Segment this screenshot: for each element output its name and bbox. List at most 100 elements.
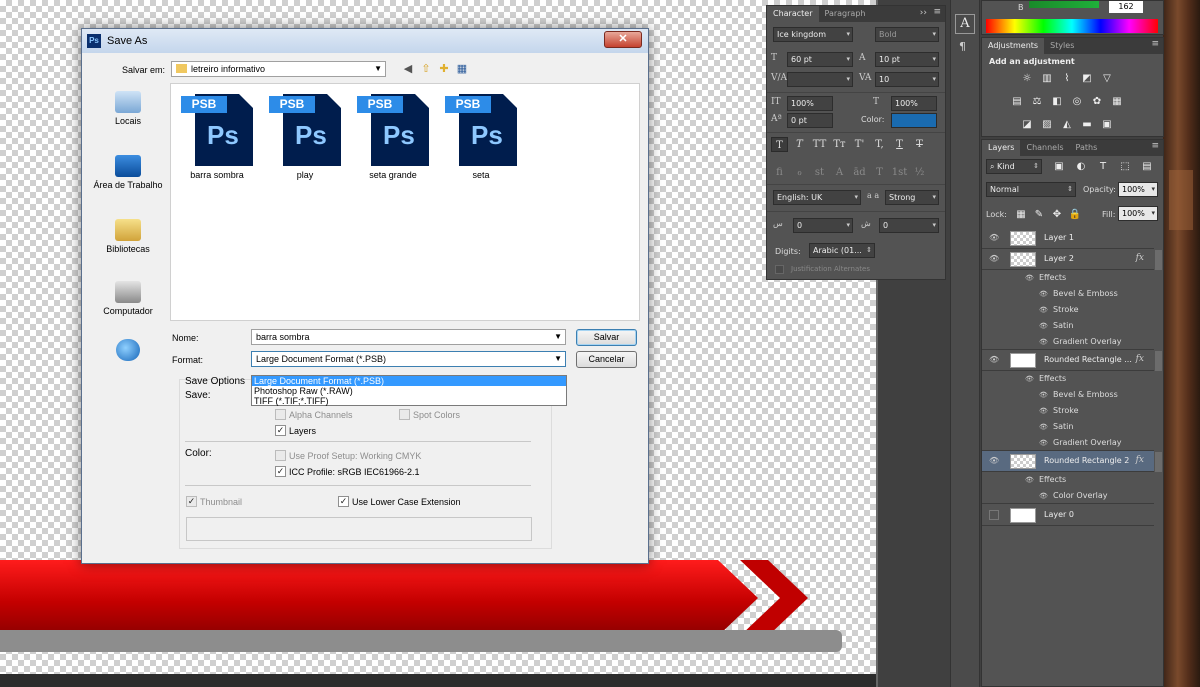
visibility-eye-icon[interactable]: 👁 (1039, 423, 1048, 431)
visibility-eye-icon[interactable]: 👁 (989, 456, 999, 465)
vertical-scale-input[interactable]: 100% (787, 96, 833, 111)
file-item[interactable]: PSB Ps seta grande (353, 92, 433, 180)
faux-italic-button[interactable]: T (791, 137, 808, 152)
subscript-button[interactable]: T, (871, 137, 888, 152)
horizontal-scale-input[interactable]: 100% (891, 96, 937, 111)
layer-row[interactable]: 👁 Layer 2 fx (982, 249, 1154, 270)
thumbnail-checkbox[interactable]: ✓ Thumbnail (186, 496, 242, 507)
tab-layers[interactable]: Layers (982, 140, 1021, 156)
alpha-channels-checkbox[interactable]: Alpha Channels (275, 409, 353, 420)
text-color-swatch[interactable] (891, 113, 937, 128)
posterize-icon[interactable]: ▨ (1040, 118, 1054, 131)
visibility-eye-icon[interactable]: 👁 (989, 254, 999, 263)
close-icon[interactable]: ✕ (604, 31, 642, 48)
place-desktop[interactable]: Área de Trabalho (88, 155, 168, 190)
font-family-select[interactable]: Ice kingdom ▾ (773, 27, 853, 42)
place-libraries[interactable]: Bibliotecas (88, 219, 168, 254)
effects-row[interactable]: 👁 Effects (982, 371, 1154, 387)
fx-scroll-indicator[interactable] (1155, 452, 1162, 472)
save-button[interactable]: Salvar (576, 329, 637, 346)
visibility-eye-icon[interactable]: 👁 (1039, 492, 1048, 500)
visibility-eye-icon[interactable]: 👁 (1039, 338, 1048, 346)
format-select[interactable]: Large Document Format (*.PSB) ▼ (251, 351, 566, 367)
chevron-down-icon[interactable]: ▼ (554, 330, 562, 344)
old-style-button[interactable]: ℴ (791, 165, 808, 180)
visibility-eye-icon[interactable]: 👁 (1039, 290, 1048, 298)
layer-row[interactable]: 👁 Rounded Rectangle ... fx (982, 350, 1154, 371)
tab-channels[interactable]: Channels (1020, 140, 1069, 156)
layers-checkbox[interactable]: ✓ Layers (275, 425, 316, 436)
font-style-select[interactable]: Bold ▾ (875, 27, 939, 42)
kerning-input[interactable]: ▾ (787, 72, 853, 87)
type-filter-icon[interactable]: T (1096, 160, 1110, 173)
visibility-eye-icon[interactable]: 👁 (989, 233, 999, 242)
fx-icon[interactable]: fx (1136, 455, 1144, 465)
font-size-input[interactable]: 60 pt ▾ (787, 52, 853, 67)
visibility-eye-icon[interactable]: 👁 (1039, 322, 1048, 330)
visibility-toggle[interactable] (989, 510, 999, 520)
opacity-input[interactable]: 100% ▾ (1118, 182, 1158, 197)
faux-bold-button[interactable]: T (771, 137, 788, 152)
dialog-titlebar[interactable]: Ps Save As ✕ (82, 29, 648, 53)
tab-adjustments[interactable]: Adjustments (982, 38, 1045, 54)
anti-alias-select[interactable]: Strong ▾ (885, 190, 939, 205)
threshold-icon[interactable]: ◭ (1060, 118, 1074, 131)
ordinals-button[interactable]: 1st (891, 165, 908, 180)
fx-icon[interactable]: fx (1136, 253, 1144, 263)
visibility-eye-icon[interactable]: 👁 (1039, 439, 1048, 447)
exposure-icon[interactable]: ◩ (1080, 72, 1094, 85)
tracking-input[interactable]: 10 ▾ (875, 72, 939, 87)
use-proof-setup-checkbox[interactable]: Use Proof Setup: Working CMYK (275, 450, 421, 461)
format-option[interactable]: Photoshop Raw (*.RAW) (252, 386, 566, 396)
discretionary-ligatures-button[interactable]: st (811, 165, 828, 180)
justification-alternates-checkbox[interactable] (775, 265, 784, 274)
underline-button[interactable]: T (891, 137, 908, 152)
up-folder-icon[interactable]: ⇧ (419, 62, 433, 76)
effect-row[interactable]: 👁 Stroke (982, 302, 1154, 318)
lower-case-extension-checkbox[interactable]: ✓ Use Lower Case Extension (338, 496, 461, 507)
vibrance-icon[interactable]: ▽ (1100, 72, 1114, 85)
filter-kind-select[interactable]: ⌕ Kind ⇕ (986, 159, 1042, 174)
layer-row[interactable]: Layer 0 (982, 505, 1154, 526)
save-in-select[interactable]: letreiro informativo ▼ (171, 61, 386, 77)
file-item[interactable]: PSB Ps seta (441, 92, 521, 180)
smart-object-filter-icon[interactable]: ▤ (1140, 160, 1154, 173)
effect-row[interactable]: 👁 Gradient Overlay (982, 435, 1154, 451)
visibility-eye-icon[interactable]: 👁 (989, 355, 999, 364)
visibility-eye-icon[interactable]: 👁 (1039, 391, 1048, 399)
color-lookup-icon[interactable]: ▦ (1110, 95, 1124, 108)
lock-transparency-icon[interactable]: ▦ (1014, 208, 1028, 221)
all-caps-button[interactable]: TT (811, 137, 828, 152)
view-menu-icon[interactable]: ▦ (455, 62, 469, 76)
spot-colors-checkbox[interactable]: Spot Colors (399, 409, 460, 420)
blend-mode-select[interactable]: Normal ⇕ (986, 182, 1076, 197)
titling-button[interactable]: T (871, 165, 888, 180)
lock-all-icon[interactable]: 🔒 (1068, 208, 1082, 221)
new-folder-icon[interactable]: ✚ (437, 62, 451, 76)
fx-scroll-indicator[interactable] (1155, 351, 1162, 371)
tab-paragraph[interactable]: Paragraph (819, 6, 872, 22)
place-recent[interactable]: Locais (88, 91, 168, 126)
color-balance-icon[interactable]: ⚖ (1030, 95, 1044, 108)
selective-color-icon[interactable]: ▣ (1100, 118, 1114, 131)
shape-filter-icon[interactable]: ⬚ (1118, 160, 1132, 173)
panel-menu-icon[interactable]: ≡ (1151, 39, 1159, 49)
effects-row[interactable]: 👁 Effects (982, 472, 1154, 488)
visibility-eye-icon[interactable]: 👁 (1039, 407, 1048, 415)
invert-icon[interactable]: ◪ (1020, 118, 1034, 131)
effect-row[interactable]: 👁 Stroke (982, 403, 1154, 419)
ligatures-button[interactable]: fi (771, 165, 788, 180)
format-option[interactable]: Large Document Format (*.PSB) (252, 376, 566, 386)
expand-icon[interactable]: ›› (920, 8, 927, 18)
panel-menu-icon[interactable]: ≡ (1151, 141, 1159, 151)
blue-channel-slider[interactable] (1029, 1, 1099, 8)
effect-row[interactable]: 👁 Satin (982, 419, 1154, 435)
superscript-button[interactable]: T' (851, 137, 868, 152)
hue-saturation-icon[interactable]: ▤ (1010, 95, 1024, 108)
language-select[interactable]: English: UK ▾ (773, 190, 861, 205)
format-option[interactable]: TIFF (*.TIF;*.TIFF) (252, 396, 566, 406)
adjustment-filter-icon[interactable]: ◐ (1074, 160, 1088, 173)
place-network[interactable] (88, 339, 168, 364)
leading-input[interactable]: 10 pt ▾ (875, 52, 939, 67)
layer-row-selected[interactable]: 👁 Rounded Rectangle 2 fx (982, 451, 1154, 472)
